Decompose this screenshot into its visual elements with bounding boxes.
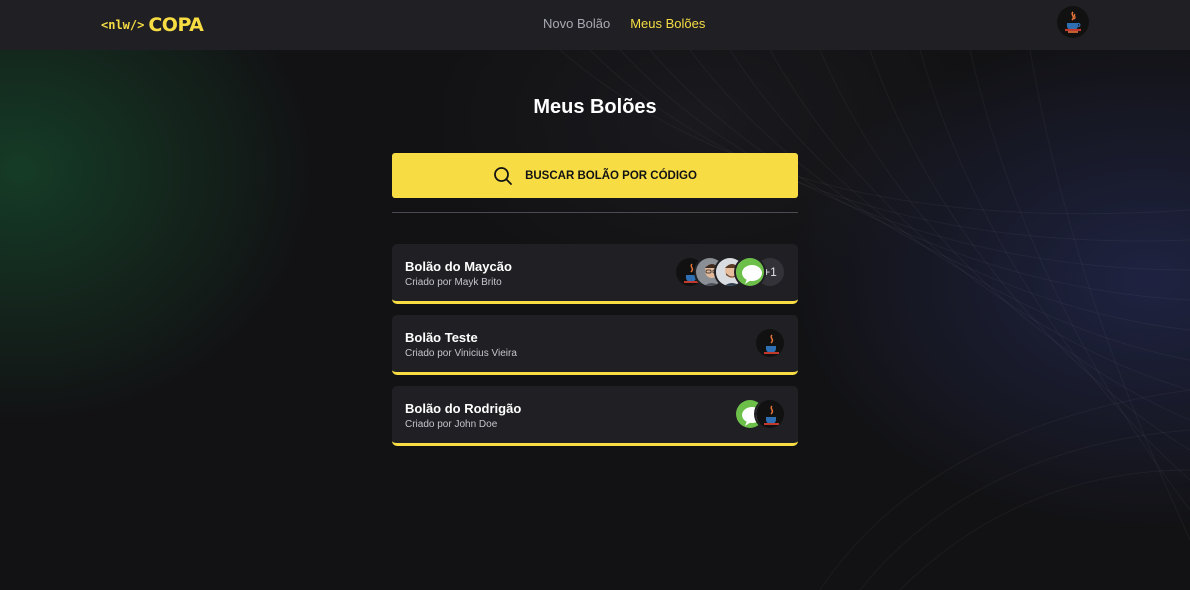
participants-avatars [734, 398, 786, 430]
nav-link-meus-boloes[interactable]: Meus Bolões [630, 16, 705, 31]
pool-card[interactable]: Bolão Teste Criado por Vinicius Vieira [392, 315, 798, 375]
search-pool-by-code-button[interactable]: BUSCAR BOLÃO POR CÓDIGO [392, 153, 798, 198]
pool-card[interactable]: Bolão do Maycão Criado por Mayk Brito +1 [392, 244, 798, 304]
pool-owner: Criado por Vinicius Vieira [405, 348, 517, 359]
page-title: Meus Bolões [533, 96, 657, 118]
pool-owner: Criado por Mayk Brito [405, 277, 502, 288]
divider [392, 212, 798, 213]
search-icon [494, 166, 512, 185]
java-logo-icon [1057, 6, 1089, 38]
participants-avatars: +1 [674, 256, 786, 288]
java-logo-icon [756, 329, 784, 357]
participant-avatar [734, 256, 766, 288]
nlw-copa-logo[interactable]: <nlw/> COPA [101, 12, 204, 38]
search-button-label: BUSCAR BOLÃO POR CÓDIGO [525, 169, 697, 182]
participant-avatar [754, 327, 786, 359]
participant-avatar [754, 398, 786, 430]
participants-avatars [754, 327, 786, 359]
pool-owner: Criado por John Doe [405, 419, 498, 430]
logo-word: COPA [148, 14, 204, 36]
pool-title: Bolão do Maycão [405, 259, 512, 274]
main-nav: Novo Bolão Meus Bolões [543, 16, 705, 31]
user-avatar[interactable] [1056, 5, 1090, 44]
pool-title: Bolão do Rodrigão [405, 401, 522, 416]
pool-title: Bolão Teste [405, 330, 478, 345]
top-header: <nlw/> COPA Novo Bolão Meus Bolões [0, 0, 1190, 50]
pool-card[interactable]: Bolão do Rodrigão Criado por John Doe [392, 386, 798, 446]
logo-tag: <nlw/> [101, 18, 145, 32]
java-logo-icon [756, 400, 784, 428]
nav-link-novo-bolao[interactable]: Novo Bolão [543, 16, 610, 31]
